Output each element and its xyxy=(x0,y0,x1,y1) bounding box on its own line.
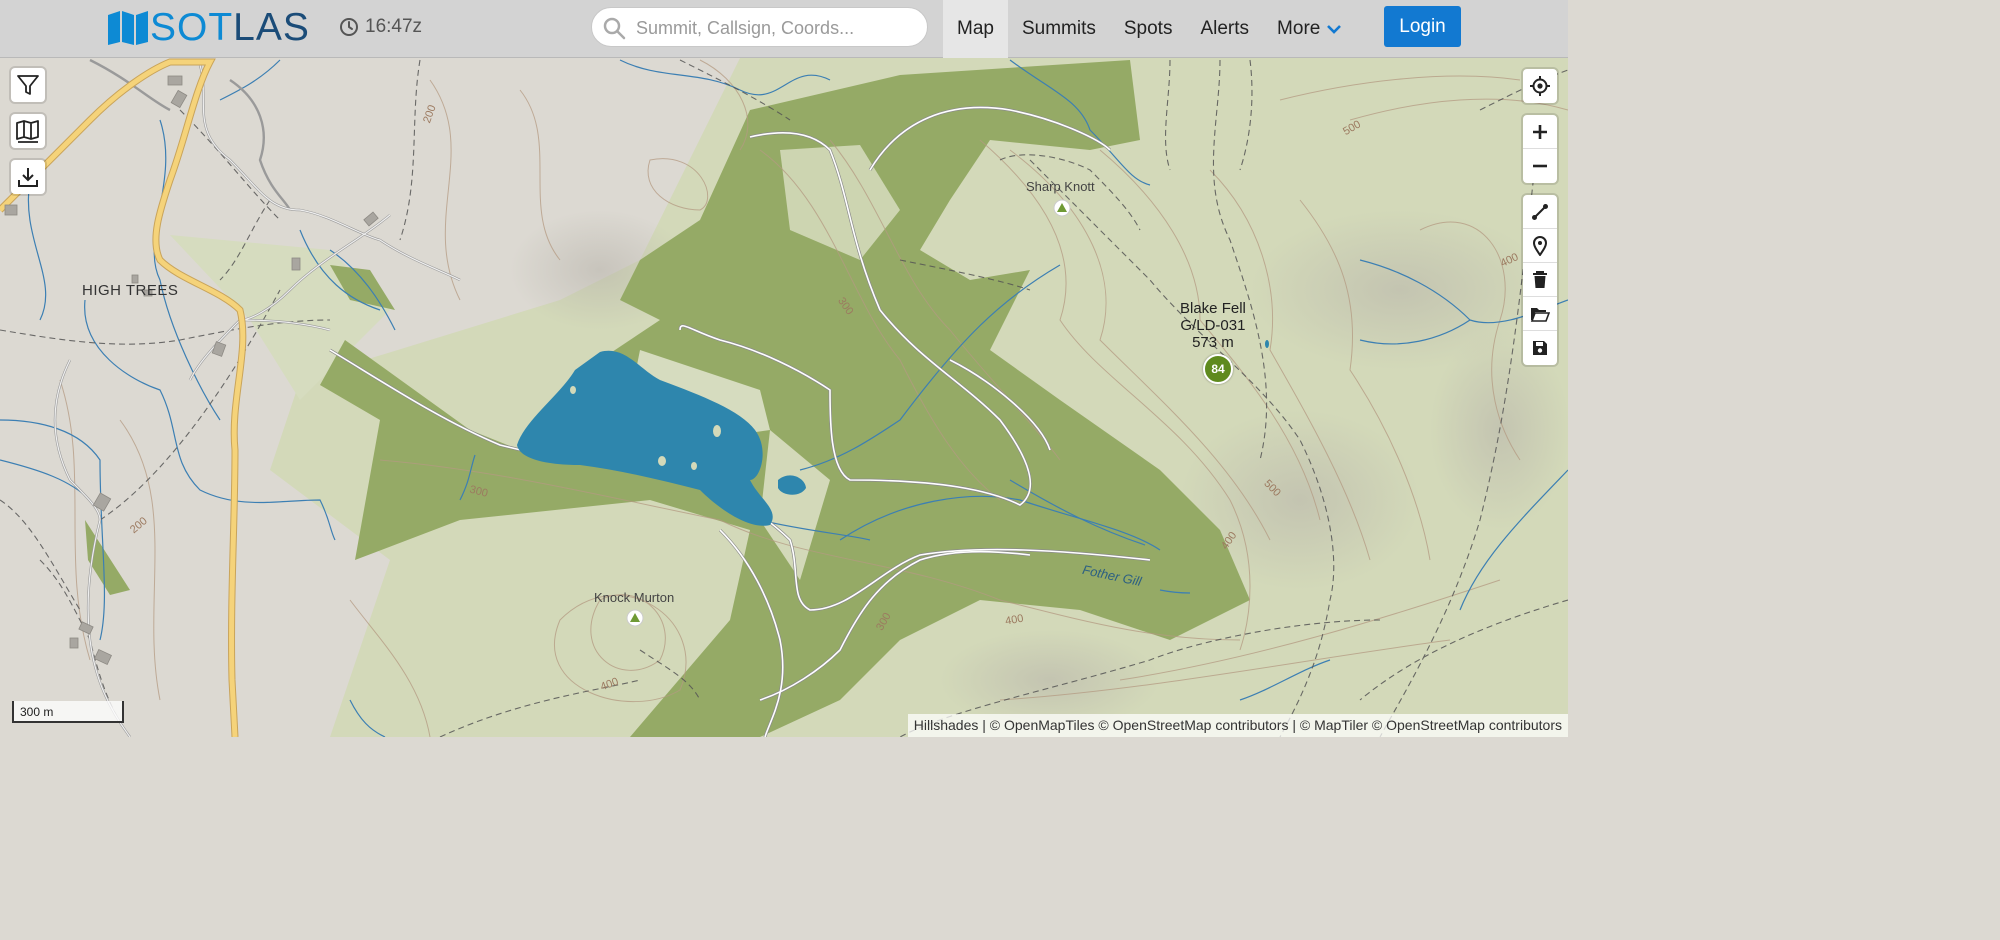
main-nav: Map Summits Spots Alerts More xyxy=(943,0,1356,58)
nav-more[interactable]: More xyxy=(1263,0,1356,58)
nav-spots[interactable]: Spots xyxy=(1110,0,1187,58)
map-layers-icon xyxy=(16,120,39,143)
chevron-down-icon xyxy=(1327,25,1342,34)
map-canvas[interactable]: 200 300 500 300 400 500 200 300 400 400 … xyxy=(0,58,1568,737)
zoom-out-icon xyxy=(1533,164,1547,168)
zoom-controls xyxy=(1523,115,1557,183)
search-box xyxy=(591,7,928,48)
locate-button[interactable] xyxy=(1523,69,1557,103)
draw-point-icon xyxy=(1532,235,1548,256)
open-folder-icon xyxy=(1530,307,1550,322)
download-button[interactable] xyxy=(11,160,45,194)
zoom-in-icon xyxy=(1533,124,1547,139)
brand-logo[interactable]: SOTLAS xyxy=(106,8,310,48)
download-icon xyxy=(18,168,38,187)
map-attribution: Hillshades | © OpenMapTiles © OpenStreet… xyxy=(907,714,1568,737)
navbar: SOTLAS 16:47z Map Summits Spots Alerts M… xyxy=(0,0,1568,58)
search-icon xyxy=(603,17,626,40)
zoom-in-button[interactable] xyxy=(1523,115,1557,149)
draw-line-button[interactable] xyxy=(1523,195,1557,229)
peak-label-knock-murton: Knock Murton xyxy=(594,590,675,605)
filter-button[interactable] xyxy=(11,68,45,102)
draw-line-icon xyxy=(1532,203,1548,220)
search-input[interactable] xyxy=(634,8,920,48)
clock-icon xyxy=(340,18,358,36)
save-button[interactable] xyxy=(1523,331,1557,365)
open-folder-button[interactable] xyxy=(1523,297,1557,331)
draw-point-button[interactable] xyxy=(1523,229,1557,263)
trash-button[interactable] xyxy=(1523,263,1557,297)
summit-marker-blake-fell[interactable]: 84 xyxy=(1203,354,1233,384)
nav-alerts[interactable]: Alerts xyxy=(1186,0,1263,58)
map-terrain: 200 300 500 300 400 500 200 300 400 400 … xyxy=(0,58,1568,737)
zoom-out-button[interactable] xyxy=(1523,149,1557,183)
draw-controls xyxy=(1523,195,1557,365)
place-label-high-trees: HIGH TREES xyxy=(82,282,179,299)
map-scale: 300 m xyxy=(12,701,124,723)
login-button[interactable]: Login xyxy=(1384,6,1461,47)
summit-label-blake-fell[interactable]: Blake Fell G/LD-031 573 m xyxy=(1180,300,1246,351)
map-layers-button[interactable] xyxy=(11,114,45,148)
brand-name: SOTLAS xyxy=(150,6,310,49)
trash-icon xyxy=(1533,270,1547,288)
utc-clock: 16:47z xyxy=(339,16,422,38)
clock-time: 16:47z xyxy=(365,16,423,37)
save-icon xyxy=(1533,341,1547,355)
nav-map[interactable]: Map xyxy=(943,0,1008,58)
nav-summits[interactable]: Summits xyxy=(1008,0,1110,58)
locate-icon xyxy=(1530,76,1550,96)
map-logo-icon xyxy=(108,11,148,45)
filter-icon xyxy=(17,75,39,95)
peak-label-sharp-knott: Sharp Knott xyxy=(1026,179,1095,194)
